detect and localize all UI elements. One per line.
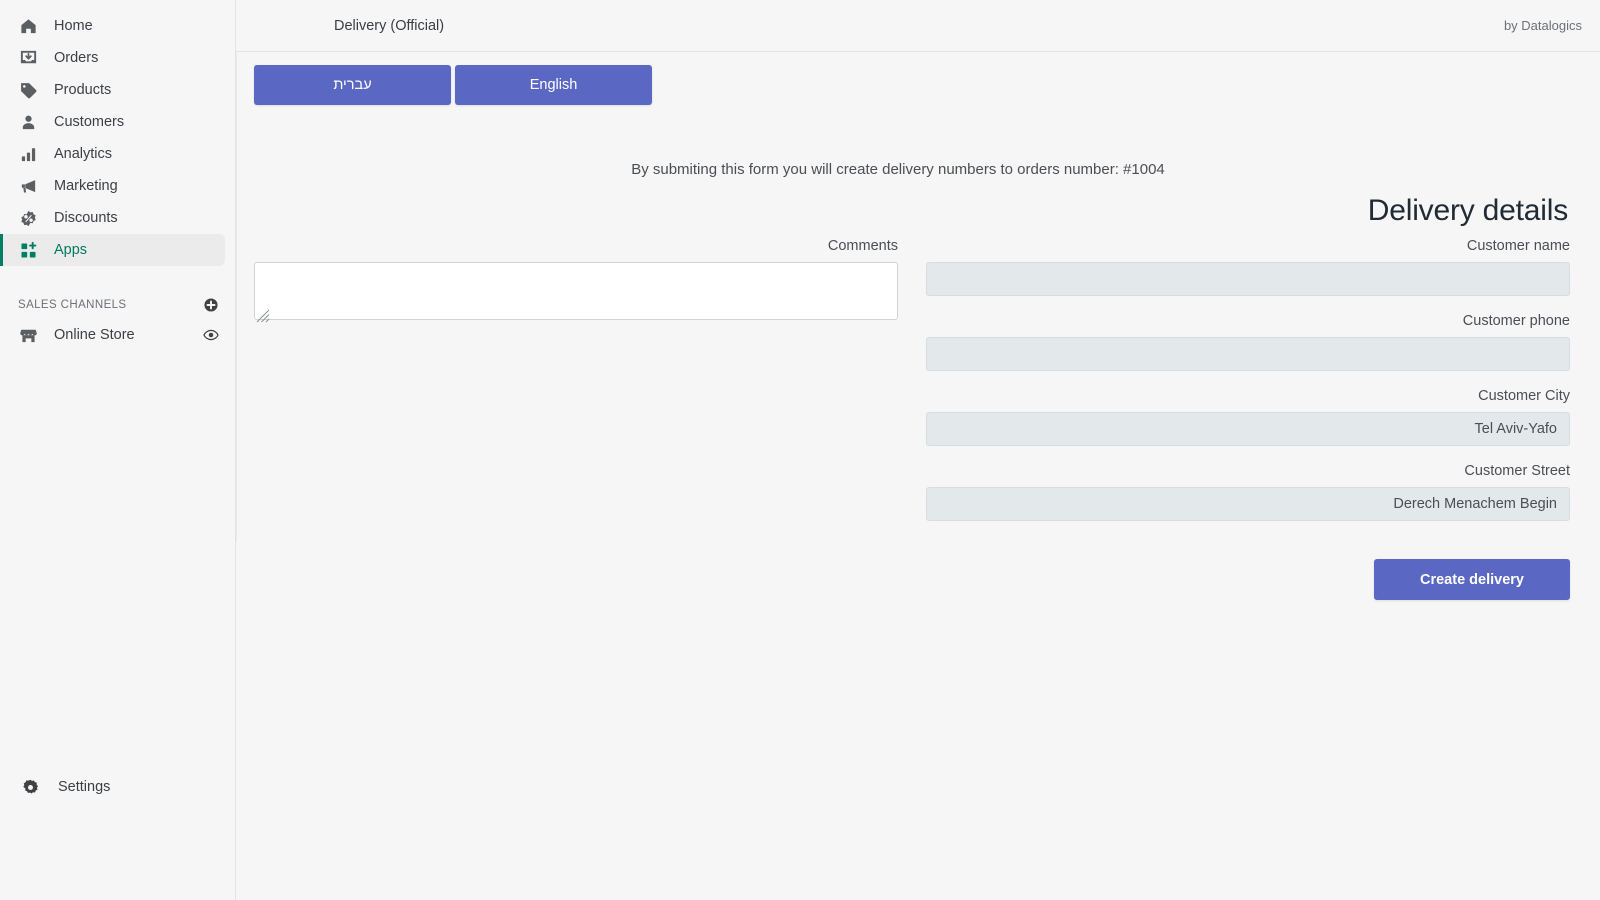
eye-icon[interactable] — [203, 327, 219, 343]
sales-channels-title: SALES CHANNELS — [18, 299, 127, 311]
analytics-bars-icon — [18, 144, 38, 164]
customer-phone-input[interactable] — [926, 337, 1570, 371]
sidebar-item-analytics[interactable]: Analytics — [0, 138, 225, 170]
submit-row: Create delivery — [926, 559, 1570, 600]
sidebar-item-label: Settings — [58, 779, 110, 795]
sidebar-item-home[interactable]: Home — [0, 10, 225, 42]
language-button-hebrew[interactable]: עברית — [254, 65, 451, 105]
customer-name-label: Customer name — [926, 238, 1570, 254]
app-topbar: Delivery (Official) by Datalogics — [236, 0, 1600, 52]
sidebar-item-label: Analytics — [54, 146, 112, 162]
sidebar-item-label: Online Store — [54, 327, 203, 343]
comments-column: Comments — [254, 238, 898, 600]
create-delivery-button[interactable]: Create delivery — [1374, 559, 1570, 600]
sidebar-item-label: Customers — [54, 114, 124, 130]
field-customer-name: Customer name — [926, 238, 1570, 296]
discounts-percent-icon — [18, 208, 38, 228]
comments-textarea-wrap — [254, 262, 898, 325]
comments-input[interactable] — [254, 262, 898, 320]
sidebar-item-label: Discounts — [54, 210, 118, 226]
customer-street-input[interactable] — [926, 487, 1570, 521]
sidebar-item-settings[interactable]: Settings — [0, 770, 235, 804]
customer-street-label: Customer Street — [926, 463, 1570, 479]
customer-name-input[interactable] — [926, 262, 1570, 296]
language-switcher: עברית English — [236, 52, 1600, 105]
customer-city-label: Customer City — [926, 388, 1570, 404]
field-customer-city: Customer City — [926, 388, 1570, 446]
customer-phone-label: Customer phone — [926, 313, 1570, 329]
sidebar-item-discounts[interactable]: Discounts — [0, 202, 225, 234]
orders-icon — [18, 48, 38, 68]
apps-grid-plus-icon — [18, 240, 38, 260]
comments-label: Comments — [254, 238, 898, 254]
sidebar-nav: Home Orders Products Customers — [0, 10, 235, 266]
sidebar-item-label: Home — [54, 18, 93, 34]
delivery-details-heading: Delivery details — [254, 194, 1570, 228]
sidebar-item-label: Products — [54, 82, 111, 98]
sidebar-item-label: Marketing — [54, 178, 118, 194]
form-columns: Comments Customer name — [254, 238, 1570, 600]
sidebar-item-apps[interactable]: Apps — [0, 234, 225, 266]
customer-details-column: Customer name Customer phone Customer Ci… — [926, 238, 1570, 600]
sidebar-item-label: Orders — [54, 50, 98, 66]
sidebar-item-products[interactable]: Products — [0, 74, 225, 106]
home-icon — [18, 16, 38, 36]
plus-circle-icon[interactable] — [203, 297, 219, 313]
vendor-credit: by Datalogics — [1504, 18, 1582, 33]
marketing-megaphone-icon — [18, 176, 38, 196]
sales-channels-header: SALES CHANNELS — [0, 292, 235, 318]
field-customer-street: Customer Street — [926, 463, 1570, 521]
field-customer-phone: Customer phone — [926, 313, 1570, 371]
sidebar-item-customers[interactable]: Customers — [0, 106, 225, 138]
sidebar-spacer — [0, 352, 235, 770]
sidebar: Home Orders Products Customers — [0, 0, 236, 900]
delivery-form: By submiting this form you will create d… — [236, 161, 1600, 600]
field-comments: Comments — [254, 238, 898, 325]
store-icon — [18, 325, 38, 345]
main-content: Delivery (Official) by Datalogics עברית … — [236, 0, 1600, 900]
sidebar-item-marketing[interactable]: Marketing — [0, 170, 225, 202]
customer-city-input[interactable] — [926, 412, 1570, 446]
sidebar-item-orders[interactable]: Orders — [0, 42, 225, 74]
submit-note: By submiting this form you will create d… — [254, 161, 1570, 178]
sidebar-item-label: Apps — [54, 242, 87, 258]
gear-icon — [20, 777, 40, 797]
language-button-english[interactable]: English — [455, 65, 652, 105]
page-title: Delivery (Official) — [334, 18, 444, 34]
app-root: Home Orders Products Customers — [0, 0, 1600, 900]
products-tag-icon — [18, 80, 38, 100]
sidebar-item-online-store[interactable]: Online Store — [0, 318, 235, 352]
customers-person-icon — [18, 112, 38, 132]
